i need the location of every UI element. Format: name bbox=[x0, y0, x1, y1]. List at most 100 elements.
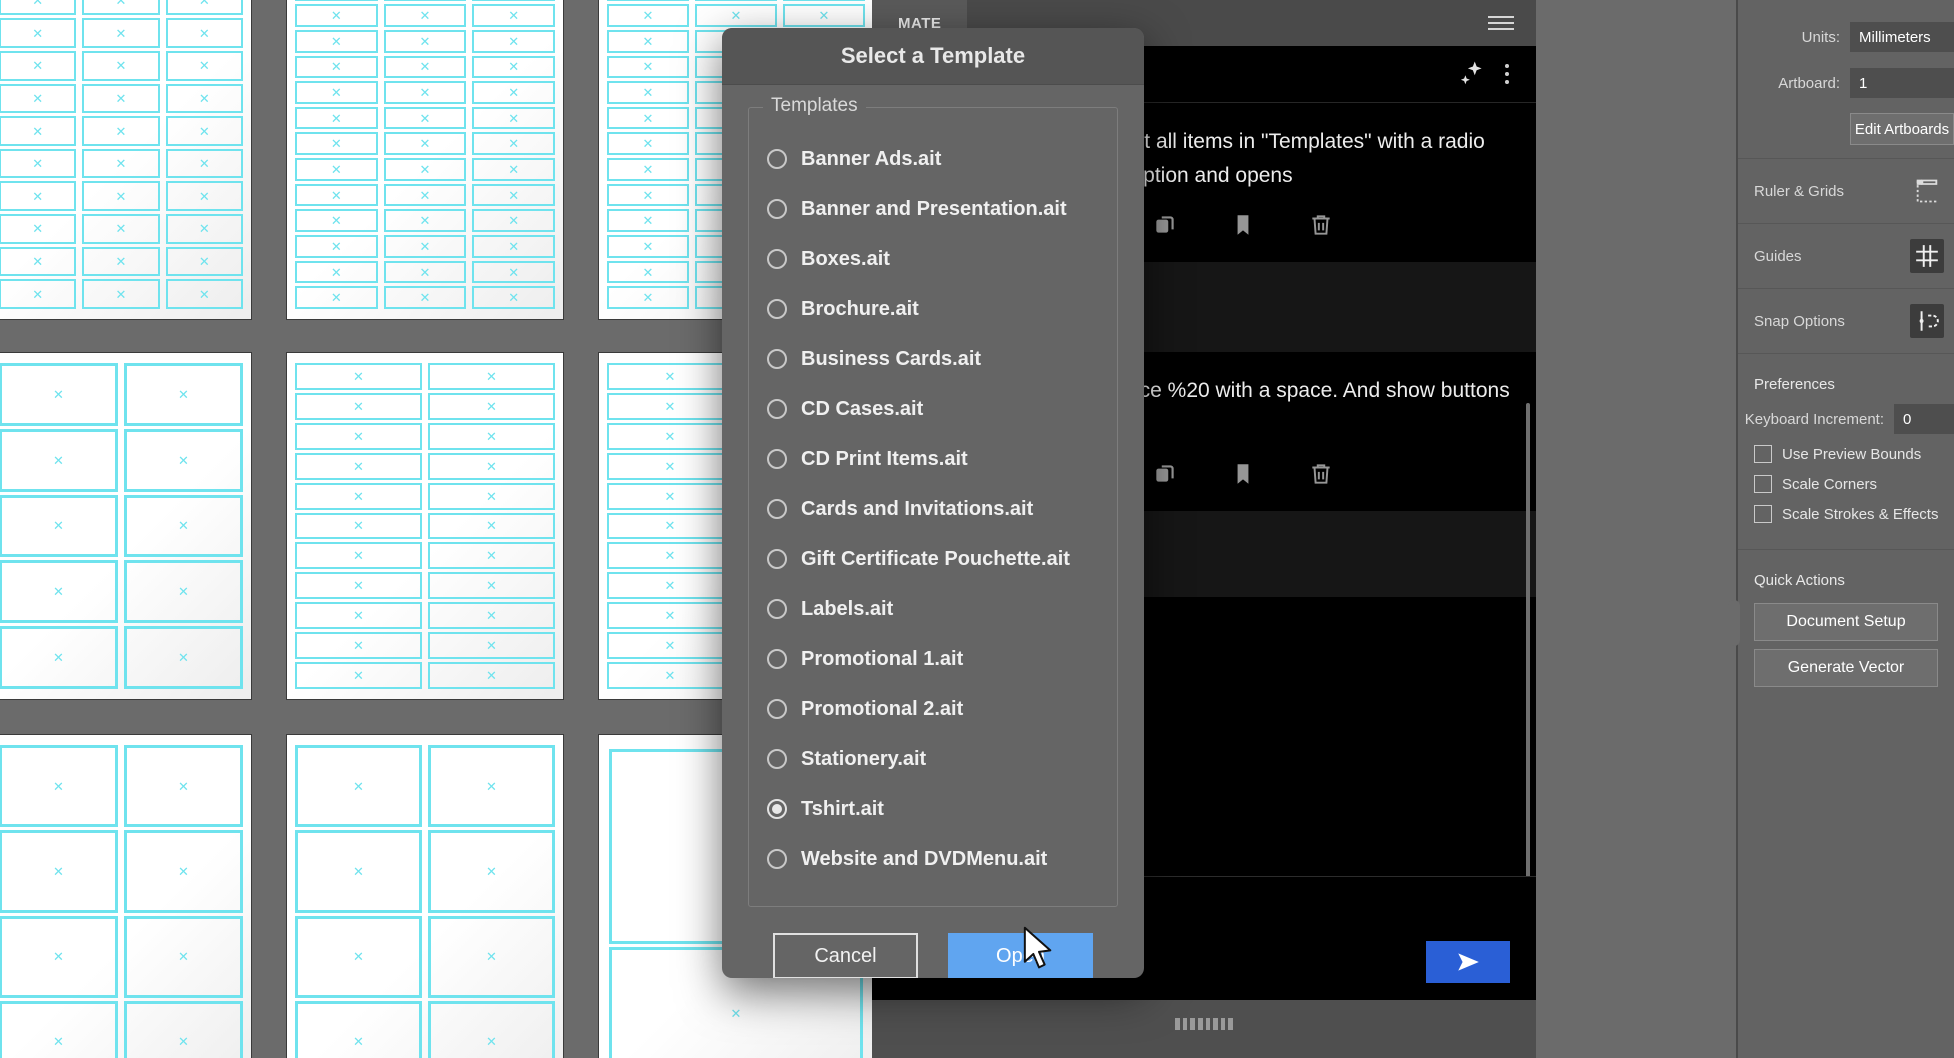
template-cell: ✕ bbox=[295, 286, 378, 309]
checkbox-icon[interactable] bbox=[1754, 445, 1772, 463]
send-button[interactable] bbox=[1426, 941, 1510, 983]
template-cell: ✕ bbox=[607, 572, 733, 600]
checkbox-scale-corners[interactable]: Scale Corners bbox=[1738, 469, 1954, 499]
artboard-thumbnail[interactable]: ✕ ✕ ✕ ✕ ✕ ✕ ✕ ✕ bbox=[0, 734, 252, 1058]
bookmark-icon[interactable] bbox=[1228, 210, 1258, 240]
template-option[interactable]: Tshirt.ait bbox=[767, 784, 1099, 834]
template-cell: ✕ bbox=[0, 745, 118, 828]
checkbox-icon[interactable] bbox=[1754, 505, 1772, 523]
edit-artboards-row: Edit Artboards bbox=[1738, 106, 1954, 152]
checkbox-use-preview-bounds[interactable]: Use Preview Bounds bbox=[1738, 439, 1954, 469]
radio-icon[interactable] bbox=[767, 499, 787, 519]
template-cell: ✕ bbox=[607, 662, 733, 689]
template-option[interactable]: Banner Ads.ait bbox=[767, 134, 1099, 184]
template-option[interactable]: Boxes.ait bbox=[767, 234, 1099, 284]
guides-icon[interactable] bbox=[1910, 239, 1944, 273]
properties-panel[interactable]: Units: Millimeters Artboard: 1 Edit Artb… bbox=[1728, 0, 1954, 1058]
checkbox-scale-strokes-effects[interactable]: Scale Strokes & Effects bbox=[1738, 499, 1954, 529]
template-cell: ✕ bbox=[428, 542, 555, 570]
template-cell: ✕ bbox=[295, 602, 422, 630]
template-option[interactable]: CD Cases.ait bbox=[767, 384, 1099, 434]
cancel-button[interactable]: Cancel bbox=[773, 933, 918, 978]
row-ruler-grids[interactable]: Ruler & Grids bbox=[1738, 165, 1954, 217]
template-option[interactable]: Gift Certificate Pouchette.ait bbox=[767, 534, 1099, 584]
artboard-thumbnail[interactable]: ✕✕✕✕✕✕✕✕✕✕✕ ✕✕✕✕✕✕✕✕✕✕✕ bbox=[286, 352, 564, 700]
radio-icon[interactable] bbox=[767, 449, 787, 469]
copy-icon[interactable] bbox=[1150, 210, 1180, 240]
template-cell: ✕ bbox=[428, 512, 555, 540]
units-select[interactable]: Millimeters bbox=[1850, 22, 1954, 52]
sparkle-icon[interactable] bbox=[1456, 59, 1486, 89]
template-cell: ✕ bbox=[472, 132, 556, 156]
template-option[interactable]: Promotional 1.ait bbox=[767, 634, 1099, 684]
trash-icon[interactable] bbox=[1306, 210, 1336, 240]
template-cell: ✕ bbox=[0, 279, 77, 310]
copy-icon[interactable] bbox=[1150, 459, 1180, 489]
resize-grip[interactable] bbox=[1175, 1018, 1233, 1030]
row-guides[interactable]: Guides bbox=[1738, 230, 1954, 282]
generate-vector-button[interactable]: Generate Vector bbox=[1754, 649, 1938, 687]
template-cell: ✕ bbox=[82, 83, 160, 114]
keyboard-increment-label: Keyboard Increment: bbox=[1744, 410, 1884, 428]
artboard-thumbnail[interactable]: ✕ ✕ ✕ ✕ ✕ ✕ ✕ ✕ ✕ ✕ bbox=[0, 352, 252, 700]
templates-group-label: Templates bbox=[763, 95, 866, 117]
template-cell: ✕ bbox=[607, 158, 689, 181]
checkbox-icon[interactable] bbox=[1754, 475, 1772, 493]
radio-selected-icon[interactable] bbox=[767, 799, 787, 819]
template-cell: ✕ bbox=[124, 560, 243, 624]
open-button[interactable]: Open bbox=[948, 933, 1093, 978]
trash-icon[interactable] bbox=[1306, 459, 1336, 489]
document-setup-button[interactable]: Document Setup bbox=[1754, 603, 1938, 641]
radio-icon[interactable] bbox=[767, 199, 787, 219]
radio-icon[interactable] bbox=[767, 299, 787, 319]
template-cell: ✕ bbox=[124, 494, 243, 558]
template-option[interactable]: Labels.ait bbox=[767, 584, 1099, 634]
template-option-label: CD Print Items.ait bbox=[801, 447, 968, 470]
artboard-thumbnail[interactable]: ✕ ✕ ✕ ✕ ✕ ✕ ✕ ✕ bbox=[286, 734, 564, 1058]
ruler-icon[interactable] bbox=[1910, 174, 1944, 208]
radio-icon[interactable] bbox=[767, 549, 787, 569]
panel-collapse-handle[interactable] bbox=[1728, 600, 1740, 646]
radio-icon[interactable] bbox=[767, 749, 787, 769]
template-option[interactable]: Promotional 2.ait bbox=[767, 684, 1099, 734]
template-cell: ✕ bbox=[295, 915, 422, 998]
template-radio-list[interactable]: Banner Ads.ait Banner and Presentation.ai… bbox=[767, 134, 1099, 884]
radio-icon[interactable] bbox=[767, 599, 787, 619]
template-option[interactable]: Banner and Presentation.ait bbox=[767, 184, 1099, 234]
template-option[interactable]: Brochure.ait bbox=[767, 284, 1099, 334]
radio-icon[interactable] bbox=[767, 399, 787, 419]
row-snap-options[interactable]: Snap Options bbox=[1738, 295, 1954, 347]
radio-icon[interactable] bbox=[767, 649, 787, 669]
artboard-input[interactable]: 1 bbox=[1850, 68, 1954, 98]
select-template-dialog[interactable]: Select a Template Templates Banner Ads.a… bbox=[722, 28, 1144, 978]
bookmark-icon[interactable] bbox=[1228, 459, 1258, 489]
divider bbox=[1738, 353, 1954, 354]
template-cell: ✕ bbox=[0, 83, 77, 114]
radio-icon[interactable] bbox=[767, 699, 787, 719]
snap-icon[interactable] bbox=[1910, 304, 1944, 338]
template-cell: ✕ bbox=[428, 1000, 555, 1058]
template-option[interactable]: Website and DVDMenu.ait bbox=[767, 834, 1099, 884]
radio-icon[interactable] bbox=[767, 349, 787, 369]
template-cell: ✕ bbox=[295, 452, 422, 480]
artboard-thumbnail[interactable]: ✕✕✕✕✕✕✕✕✕✕✕ ✕✕✕✕✕✕✕✕✕✕✕ ✕✕✕✕✕✕✕✕✕✕✕ bbox=[0, 0, 252, 320]
keyboard-increment-input[interactable]: 0 bbox=[1894, 404, 1954, 434]
artboard-thumbnail[interactable]: ✕✕✕✕✕✕✕✕✕✕✕✕✕✕ ✕✕✕✕✕✕✕✕✕✕✕✕✕✕ ✕✕✕✕✕✕✕✕✕✕… bbox=[286, 0, 564, 320]
template-cell: ✕ bbox=[0, 50, 77, 81]
template-option[interactable]: Business Cards.ait bbox=[767, 334, 1099, 384]
template-option[interactable]: Stationery.ait bbox=[767, 734, 1099, 784]
panel-resize-footer[interactable] bbox=[872, 1000, 1536, 1058]
more-options-icon[interactable] bbox=[1496, 62, 1518, 86]
template-option[interactable]: Cards and Invitations.ait bbox=[767, 484, 1099, 534]
template-cell: ✕ bbox=[165, 50, 243, 81]
template-cell: ✕ bbox=[82, 246, 160, 277]
radio-icon[interactable] bbox=[767, 249, 787, 269]
radio-icon[interactable] bbox=[767, 149, 787, 169]
edit-artboards-button[interactable]: Edit Artboards bbox=[1850, 113, 1954, 145]
template-option[interactable]: CD Print Items.ait bbox=[767, 434, 1099, 484]
radio-icon[interactable] bbox=[767, 849, 787, 869]
units-row: Units: Millimeters bbox=[1738, 14, 1954, 60]
hamburger-menu-icon[interactable] bbox=[1488, 16, 1514, 30]
template-cell: ✕ bbox=[607, 260, 689, 284]
artboard-column: ✕✕✕✕✕✕✕✕✕✕✕ bbox=[165, 0, 243, 310]
